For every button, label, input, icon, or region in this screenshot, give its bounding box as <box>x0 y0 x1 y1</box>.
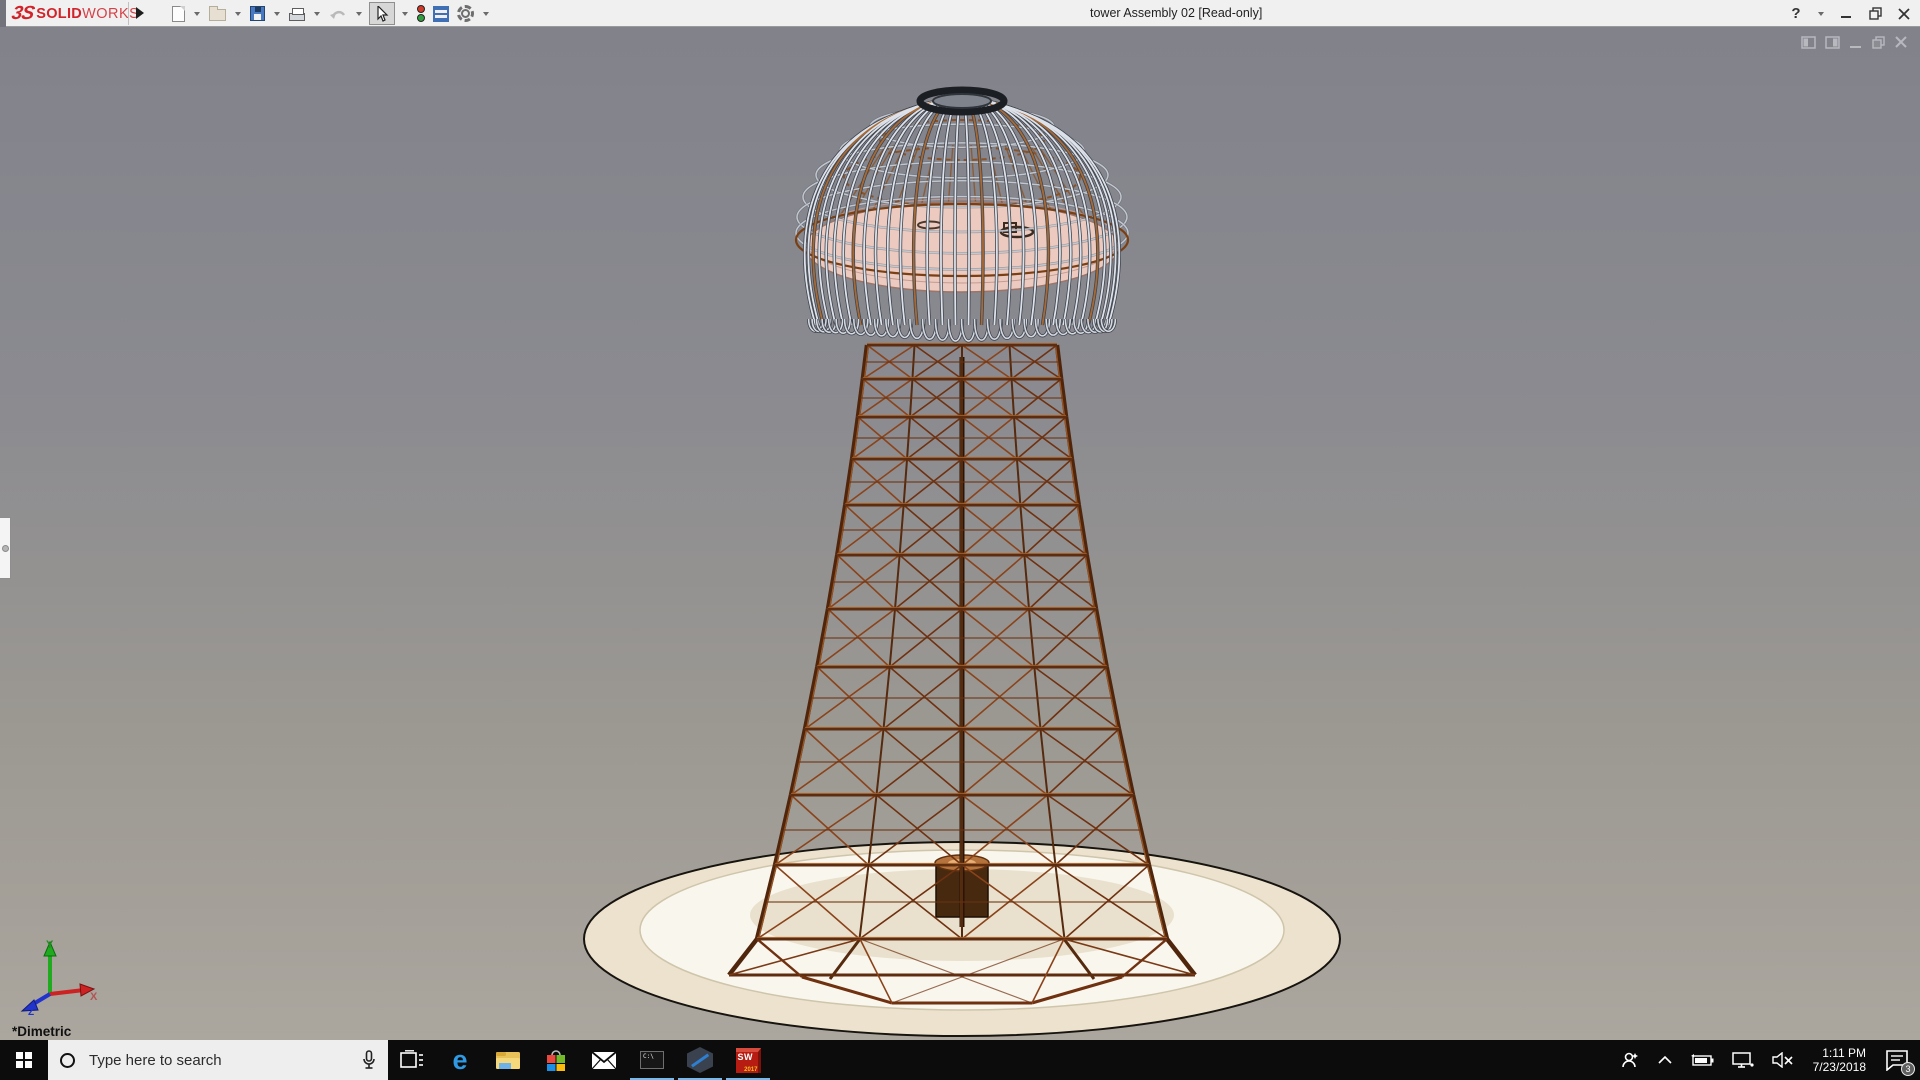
edge-icon: e <box>452 1047 467 1074</box>
document-window-controls <box>1801 36 1908 49</box>
logo-text-light: WORKS <box>82 6 139 22</box>
file-properties-button[interactable] <box>431 3 451 25</box>
mail-icon <box>591 1051 617 1070</box>
new-document-caret-icon[interactable] <box>194 12 200 16</box>
hexagon-app-button[interactable] <box>676 1040 724 1080</box>
hexagon-app-icon <box>687 1047 713 1073</box>
triad-y-label: Y <box>46 939 54 951</box>
network-button[interactable] <box>1725 1040 1761 1080</box>
window-controls: ? <box>1786 0 1914 27</box>
solidworks-2017-button[interactable]: SW 2017 <box>724 1040 772 1080</box>
save-icon <box>250 6 265 21</box>
close-icon <box>1898 8 1910 20</box>
file-explorer-icon <box>495 1049 521 1071</box>
feature-manager-collapsed-tab[interactable] <box>0 517 11 579</box>
orientation-triad: Y X Z <box>14 938 100 1016</box>
doc-restore-icon[interactable] <box>1872 36 1886 49</box>
task-view-button[interactable] <box>388 1040 436 1080</box>
edge-button[interactable]: e <box>436 1040 484 1080</box>
select-caret-icon[interactable] <box>402 12 408 16</box>
triad-x-label: X <box>90 991 98 1003</box>
open-caret-icon[interactable] <box>235 12 241 16</box>
people-icon <box>1620 1050 1640 1070</box>
file-properties-icon <box>433 6 449 22</box>
taskbar-search[interactable] <box>48 1040 388 1080</box>
windows-logo-icon <box>16 1052 32 1068</box>
notification-badge: 3 <box>1901 1062 1915 1076</box>
graphics-area[interactable]: Y X Z *Dimetric <box>0 27 1920 1040</box>
select-tool-button[interactable] <box>369 2 395 25</box>
minimize-button[interactable] <box>1836 3 1856 25</box>
print-button[interactable] <box>287 3 307 25</box>
network-icon <box>1732 1052 1754 1068</box>
solidworks-2017-icon: SW 2017 <box>736 1048 761 1073</box>
options-gear-icon <box>457 5 474 22</box>
doc-close-icon[interactable] <box>1895 36 1908 49</box>
rebuild-traffic-light-icon <box>417 5 425 22</box>
file-explorer-button[interactable] <box>484 1040 532 1080</box>
pane-left-icon[interactable] <box>1801 36 1816 49</box>
taskbar: e C:\ SW <box>0 1040 1920 1080</box>
open-button[interactable] <box>207 3 228 25</box>
rebuild-button[interactable] <box>415 3 427 25</box>
document-title: tower Assembly 02 [Read-only] <box>1090 0 1262 27</box>
quick-access-toolbar <box>170 2 492 25</box>
pane-right-icon[interactable] <box>1825 36 1840 49</box>
battery-button[interactable] <box>1683 1040 1721 1080</box>
print-caret-icon[interactable] <box>314 12 320 16</box>
triad-z-label: Z <box>28 1007 34 1016</box>
logo-text-bold: SOLID <box>36 6 82 22</box>
print-icon <box>289 13 305 21</box>
menu-expand-arrow-icon[interactable] <box>136 7 144 19</box>
microphone-icon[interactable] <box>362 1050 376 1070</box>
people-button[interactable] <box>1613 1040 1647 1080</box>
titlebar: 3S SOLID WORKS <box>0 0 1920 27</box>
options-caret-icon[interactable] <box>483 12 489 16</box>
store-button[interactable] <box>532 1040 580 1080</box>
sw-letters: SW <box>738 1052 754 1062</box>
undo-icon <box>329 7 347 21</box>
action-center-button[interactable]: 3 <box>1878 1040 1916 1080</box>
task-view-icon <box>400 1050 424 1070</box>
restore-button[interactable] <box>1865 3 1885 25</box>
volume-button[interactable] <box>1765 1040 1801 1080</box>
minimize-icon <box>1840 8 1852 20</box>
cortana-icon <box>60 1053 75 1068</box>
clock[interactable]: 1:11 PM 7/23/2018 <box>1805 1046 1874 1074</box>
tray-overflow-button[interactable] <box>1651 1040 1679 1080</box>
select-cursor-icon <box>376 6 389 22</box>
toolbar-separator <box>128 2 129 25</box>
start-button[interactable] <box>0 1040 48 1080</box>
window-edge <box>0 0 6 27</box>
view-orientation-label: *Dimetric <box>12 1024 71 1039</box>
restore-icon <box>1869 7 1882 20</box>
new-document-button[interactable] <box>170 3 187 25</box>
sw-year: 2017 <box>744 1067 757 1073</box>
undo-caret-icon[interactable] <box>356 12 362 16</box>
solidworks-logo: 3S SOLID WORKS <box>12 0 139 27</box>
undo-button[interactable] <box>327 3 349 25</box>
system-tray: 1:11 PM 7/23/2018 3 <box>1613 1040 1920 1080</box>
store-icon <box>544 1048 568 1072</box>
close-button[interactable] <box>1894 3 1914 25</box>
new-document-icon <box>172 6 185 22</box>
clock-date: 7/23/2018 <box>1813 1060 1866 1074</box>
doc-minimize-icon[interactable] <box>1849 36 1863 49</box>
clock-time: 1:11 PM <box>1813 1046 1866 1060</box>
battery-icon <box>1690 1053 1714 1067</box>
save-button[interactable] <box>248 3 267 25</box>
speaker-mute-icon <box>1772 1052 1794 1068</box>
mail-button[interactable] <box>580 1040 628 1080</box>
tower-assembly-model[interactable] <box>0 27 1920 1040</box>
options-button[interactable] <box>455 3 476 25</box>
help-button[interactable]: ? <box>1786 3 1806 25</box>
help-caret-icon[interactable] <box>1818 12 1824 16</box>
dassault-mark: 3S <box>10 3 36 25</box>
command-prompt-button[interactable]: C:\ <box>628 1040 676 1080</box>
chevron-up-icon <box>1658 1056 1672 1065</box>
search-input[interactable] <box>87 1051 350 1070</box>
command-prompt-icon: C:\ <box>640 1051 664 1069</box>
save-caret-icon[interactable] <box>274 12 280 16</box>
open-icon <box>209 9 226 21</box>
